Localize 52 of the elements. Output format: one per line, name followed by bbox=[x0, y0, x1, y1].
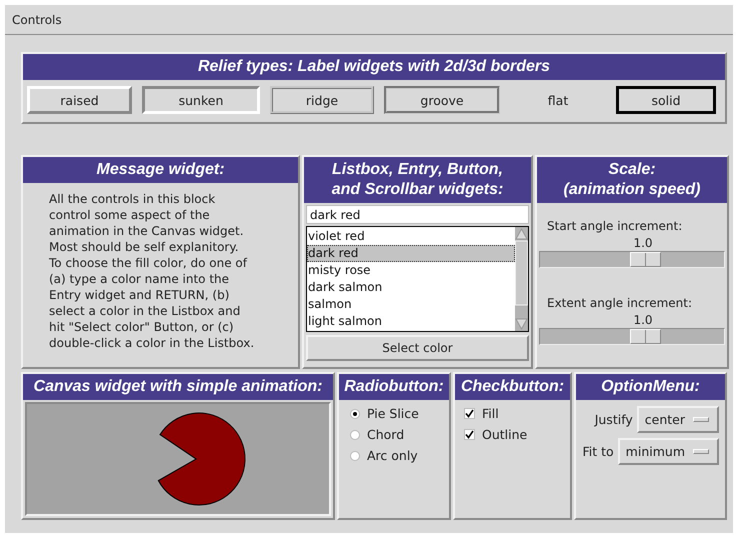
list-item[interactable]: light salmon bbox=[307, 313, 515, 330]
select-color-button[interactable]: Select color bbox=[306, 335, 529, 361]
list-item[interactable]: dark red bbox=[307, 245, 515, 262]
list-item[interactable]: violet red bbox=[307, 228, 515, 245]
window-title: Controls bbox=[12, 12, 62, 26]
checkbox[interactable] bbox=[464, 429, 475, 440]
option-menu[interactable]: minimum bbox=[618, 438, 719, 465]
panel-header: and Scrollbar widgets: bbox=[330, 180, 504, 200]
relief-label: groove bbox=[384, 86, 500, 114]
option-label: Justify bbox=[594, 412, 633, 427]
scale-label: Start angle increment: bbox=[546, 218, 684, 235]
color-entry-field[interactable]: dark red bbox=[306, 205, 529, 224]
menu-indicator-icon bbox=[693, 449, 709, 454]
checkbox-label: Fill bbox=[482, 406, 499, 421]
panel-header: Checkbutton: bbox=[455, 374, 570, 400]
scale-thumb[interactable] bbox=[630, 252, 662, 267]
option-menu[interactable]: center bbox=[636, 406, 719, 433]
radio-button[interactable] bbox=[350, 408, 360, 418]
panel-header: (animation speed) bbox=[562, 180, 702, 200]
radio-label: Chord bbox=[367, 427, 404, 442]
message-text: All the controls in this block control some aspect of the animation in the Canvas widget. Most should be self explanitory. To choose the fill color, do one of (a) type a color name into the Entry widget and RETURN, (b) select a color in the Listbox and hit "Select color" Button, or (c) double-click a color in the Listbox. bbox=[48, 191, 256, 351]
scale-label: Extent angle increment: bbox=[546, 295, 694, 312]
checkbox[interactable] bbox=[464, 408, 475, 419]
radio-label: Pie Slice bbox=[367, 406, 419, 421]
checkbox-label: Outline bbox=[482, 427, 528, 442]
scrollbar[interactable] bbox=[515, 227, 528, 331]
option-label: Fit to bbox=[582, 444, 614, 459]
panel-header: Radiobutton: bbox=[339, 374, 449, 400]
radio-button[interactable] bbox=[350, 450, 360, 460]
color-listbox[interactable]: violet red dark red misty rose dark salmon salmon light salmon bbox=[306, 226, 529, 332]
panel-header: Message widget: bbox=[23, 157, 298, 183]
panel-header: Scale: bbox=[607, 160, 657, 180]
relief-label: solid bbox=[616, 86, 716, 114]
list-item[interactable]: misty rose bbox=[307, 262, 515, 279]
radio-button[interactable] bbox=[350, 430, 360, 440]
scale-reading: 1.0 bbox=[632, 235, 654, 251]
list-item[interactable]: dark salmon bbox=[307, 279, 515, 296]
panel-header: Canvas widget with simple animation: bbox=[23, 374, 333, 400]
panel-header: Listbox, Entry, Button, bbox=[331, 160, 504, 180]
relief-label: raised bbox=[27, 86, 132, 114]
scale-thumb[interactable] bbox=[630, 329, 662, 344]
scale-reading: 1.0 bbox=[632, 312, 654, 328]
radio-label: Arc only bbox=[367, 448, 418, 463]
panel-header: OptionMenu: bbox=[576, 374, 725, 400]
relief-label: ridge bbox=[270, 86, 374, 114]
scale-track[interactable] bbox=[539, 251, 725, 268]
list-item[interactable]: salmon bbox=[307, 296, 515, 313]
menu-indicator-icon bbox=[693, 417, 709, 422]
relief-label: flat bbox=[546, 92, 570, 110]
relief-label: sunken bbox=[142, 86, 260, 114]
scale-track[interactable] bbox=[539, 328, 725, 345]
panel-header: Relief types: Label widgets with 2d/3d borders bbox=[23, 54, 725, 80]
